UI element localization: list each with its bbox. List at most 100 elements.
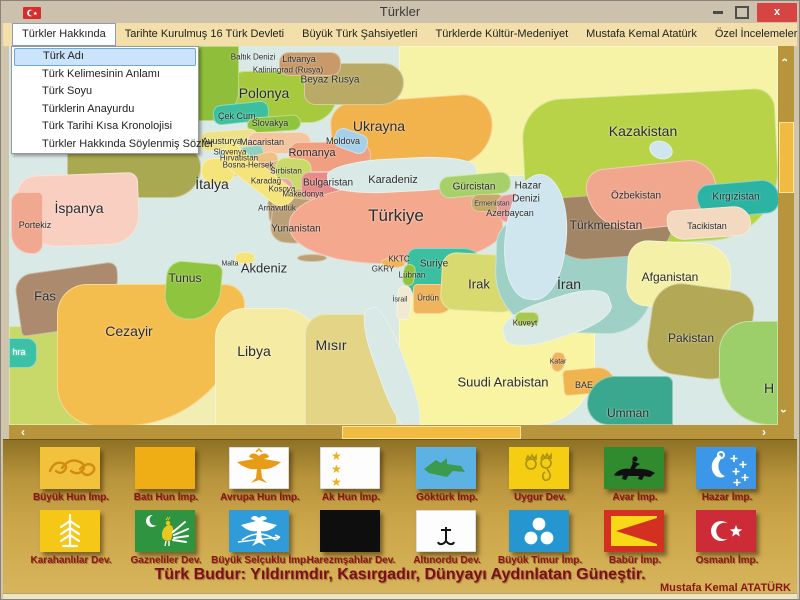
- scrollbar-corner: [778, 425, 794, 439]
- map-label: Beyaz Rusya: [301, 75, 360, 86]
- map-label: Kuveyt: [513, 319, 537, 328]
- map-label: Katar: [550, 359, 567, 366]
- flag-tile-hazar-imp[interactable]: Hazar İmp.: [696, 447, 758, 489]
- flag-tile-babur-imp[interactable]: Babür İmp.: [604, 510, 666, 552]
- map-label: Ürdün: [417, 294, 439, 303]
- gokturk-flag-image: [416, 447, 476, 489]
- vertical-scrollbar[interactable]: › ›: [778, 46, 794, 425]
- close-button[interactable]: x: [757, 3, 797, 22]
- horizontal-scrollbar-thumb[interactable]: [342, 426, 521, 439]
- bati-hun-flag-image: [135, 447, 195, 489]
- scroll-right-arrow-icon[interactable]: ›: [762, 426, 766, 438]
- flag-tile-buyuk-hun-imp[interactable]: Büyük Hun İmp.: [40, 447, 102, 489]
- map-label: hra: [12, 347, 25, 357]
- map-label: Suudi Arabistan: [457, 375, 548, 390]
- minimize-button[interactable]: [713, 11, 723, 14]
- map-label: Umman: [607, 406, 649, 420]
- scroll-up-arrow-icon[interactable]: ›: [778, 58, 790, 62]
- map-label: İspanya: [54, 200, 103, 216]
- flag-tile-harezmsahlar-dev[interactable]: Harezmşahlar Dev.: [320, 510, 382, 552]
- flag-tile-bati-hun-imp[interactable]: Batı Hun İmp.: [135, 447, 197, 489]
- svg-text:★: ★: [331, 462, 342, 476]
- map-label: Bulgaristan: [303, 178, 353, 189]
- map-label: Sırbistan: [270, 167, 302, 176]
- map-region-hindistan: [719, 321, 778, 425]
- map-label: Mısır: [315, 337, 346, 353]
- map-label: H: [764, 380, 774, 396]
- map-label: Lübnan: [399, 271, 426, 280]
- flag-tile-gokturk-imp[interactable]: Göktürk İmp.: [416, 447, 478, 489]
- map-label: BAE: [575, 380, 593, 390]
- svg-text:★: ★: [331, 475, 342, 489]
- map-label: Karadeniz: [368, 174, 418, 186]
- dropdown-item[interactable]: Türk Adı: [14, 48, 196, 66]
- map-label: Libya: [237, 343, 270, 359]
- uygur-flag-image: [509, 447, 569, 489]
- title-bar[interactable]: Türkler x: [1, 1, 799, 23]
- scroll-down-arrow-icon[interactable]: ›: [778, 409, 790, 413]
- footer-panel: Büyük Hun İmp. Batı Hun İmp. Avrupa Hun …: [3, 439, 797, 594]
- menu-item[interactable]: Türklerde Kültür-Medeniyet: [427, 23, 578, 46]
- map-label: Slovakya: [252, 118, 289, 128]
- map-label: Portekiz: [19, 220, 52, 230]
- window-bottom-strip: [3, 593, 797, 600]
- dropdown-item[interactable]: Türk Tarihi Kısa Kronolojisi: [12, 118, 198, 136]
- menu-item[interactable]: Özel İncelemeler: [706, 23, 800, 46]
- flag-tile-buyuk-timur-imp[interactable]: Büyük Timur İmp.: [509, 510, 571, 552]
- map-label: İsrail: [393, 297, 408, 304]
- map-label: Litvanya: [282, 54, 316, 64]
- map-label: Polonya: [239, 85, 290, 101]
- flag-tile-uygur-dev[interactable]: Uygur Dev.: [509, 447, 571, 489]
- map-label: Türkiye: [368, 206, 424, 226]
- map-label: Gürcistan: [453, 182, 496, 193]
- flag-tile-gazneliler-dev[interactable]: Gazneliler Dev.: [135, 510, 197, 552]
- dropdown-item[interactable]: Türk Soyu: [12, 83, 198, 101]
- map-label: GKRY: [372, 265, 395, 274]
- svg-text:★: ★: [331, 449, 342, 463]
- map-label: Macaristan: [240, 137, 284, 147]
- scroll-left-arrow-icon[interactable]: ‹: [21, 426, 25, 438]
- flag-tile-osmanli-imp[interactable]: Osmanlı İmp.: [696, 510, 758, 552]
- maximize-button[interactable]: [735, 6, 749, 19]
- map-label: Malta: [221, 261, 238, 268]
- flag-tile-ak-hun-imp[interactable]: ★★★ Ak Hun İmp.: [320, 447, 382, 489]
- map-label: Arnavutluk: [258, 204, 296, 213]
- karahanlilar-flag-image: [40, 510, 100, 552]
- horizontal-scrollbar[interactable]: ‹ ›: [9, 425, 778, 439]
- buyuk-selcuklu-flag-image: [229, 510, 289, 552]
- menu-item[interactable]: Büyük Türk Şahsiyetleri: [293, 23, 426, 46]
- flag-tile-altinordu-dev[interactable]: Altınordu Dev.: [416, 510, 478, 552]
- dropdown-item[interactable]: Türk Kelimesinin Anlamı: [12, 66, 198, 84]
- flag-tile-avar-imp[interactable]: Avar İmp.: [604, 447, 666, 489]
- dropdown-menu: Türk AdıTürk Kelimesinin AnlamıTürk Soyu…: [11, 46, 199, 154]
- dropdown-item[interactable]: Türkler Hakkında Söylenmiş Sözler: [12, 136, 198, 154]
- map-label: Moldova: [326, 136, 360, 146]
- menu-item[interactable]: Mustafa Kemal Atatürk: [577, 23, 706, 46]
- window-title: Türkler: [1, 4, 799, 19]
- altinordu-flag-image: [416, 510, 476, 552]
- flag-tile-buyuk-selcuklu-imp[interactable]: Büyük Selçuklu İmp.: [229, 510, 291, 552]
- flag-label: Osmanlı İmp.: [667, 555, 787, 566]
- dropdown-item[interactable]: Türklerin Anayurdu: [12, 101, 198, 119]
- ak-hun-flag-image: ★★★: [320, 447, 380, 489]
- menu-bar: Türkler HakkındaTarihte Kurulmuş 16 Türk…: [3, 23, 797, 47]
- map-label: Kaliningrad (Rusya): [253, 66, 323, 75]
- map-label: Kazakistan: [609, 123, 677, 139]
- map-label: Ukrayna: [353, 118, 405, 134]
- map-label: KKTC: [388, 255, 409, 264]
- flag-tile-avrupa-hun-imp[interactable]: Avrupa Hun İmp.: [229, 447, 291, 489]
- avar-flag-image: [604, 447, 664, 489]
- map-label: Makedonya: [282, 190, 323, 199]
- map-label: Tacikistan: [687, 221, 727, 231]
- menu-item[interactable]: Türkler Hakkında: [12, 23, 116, 46]
- map-label: Azerbaycan: [486, 208, 534, 218]
- map-label: Suriye: [420, 259, 448, 270]
- vertical-scrollbar-thumb[interactable]: [779, 122, 794, 193]
- map-label: Tunus: [169, 271, 202, 285]
- map-label: Irak: [468, 277, 490, 292]
- map-label: Akdeniz: [241, 261, 287, 276]
- menu-item[interactable]: Tarihte Kurulmuş 16 Türk Devleti: [116, 23, 293, 46]
- flag-tile-karahanlilar-dev[interactable]: Karahanlılar Dev.: [40, 510, 102, 552]
- menu-items: Türkler HakkındaTarihte Kurulmuş 16 Türk…: [3, 23, 797, 46]
- map-label: Bosna-Hersek: [223, 161, 274, 170]
